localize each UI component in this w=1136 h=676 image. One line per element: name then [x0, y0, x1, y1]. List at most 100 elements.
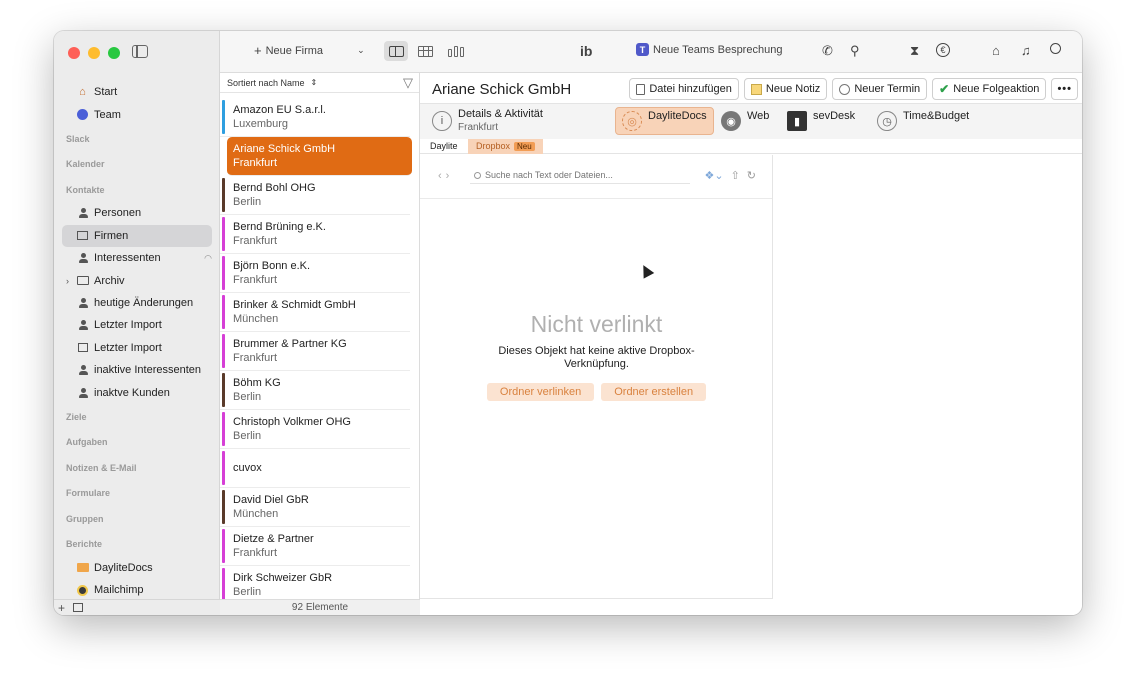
company-city: Frankfurt	[233, 547, 278, 559]
add-icon[interactable]: +	[58, 601, 65, 615]
calendar-icon[interactable]	[73, 603, 84, 612]
share-icon[interactable]: ⚲	[850, 43, 860, 59]
currency-icon[interactable]: €	[936, 43, 950, 57]
chevron-down-icon[interactable]: ⌄	[357, 45, 365, 56]
company-name: Brummer & Partner KG	[233, 338, 347, 350]
sort-header[interactable]: Sortiert nach Name ⇕ ▽	[220, 73, 419, 93]
smart-list-icon	[76, 252, 89, 265]
filter-icon[interactable]: ▽	[403, 75, 413, 91]
daylite-logo-icon[interactable]: ib	[580, 43, 592, 59]
chevron-right-icon[interactable]: ›	[66, 276, 69, 286]
bell-icon[interactable]: ♫	[1021, 43, 1031, 58]
subtab-daylite[interactable]: Daylite	[422, 139, 466, 154]
section-kalender[interactable]: Kalender	[54, 151, 220, 177]
section-ziele[interactable]: Ziele	[54, 404, 220, 430]
section-formulare[interactable]: Formulare	[54, 480, 220, 506]
new-note-button[interactable]: Neue Notiz	[743, 78, 828, 100]
list-item[interactable]: Böhm KG Berlin	[220, 371, 410, 410]
list-item[interactable]: cuvox	[220, 449, 410, 488]
company-name: Amazon EU S.a.r.l.	[233, 104, 326, 116]
sidebar-item-daylitedocs[interactable]: DayliteDocs	[54, 557, 220, 579]
board-view-button[interactable]	[444, 41, 468, 61]
share-icon[interactable]: ⇧	[731, 169, 740, 182]
sidebar-item-heutige-aenderungen[interactable]: heutige Änderungen	[54, 292, 220, 314]
list-item[interactable]: Dietze & Partner Frankfurt	[220, 527, 410, 566]
sidebar-item-team[interactable]: Team	[54, 103, 220, 125]
sidebar-toggle-icon[interactable]	[132, 45, 148, 58]
list-item[interactable]: Bernd Brüning e.K. Frankfurt	[220, 215, 410, 254]
section-slack[interactable]: Slack	[54, 126, 220, 152]
sidebar-item-inaktive-interessenten[interactable]: inaktive Interessenten	[54, 359, 220, 381]
list-item[interactable]: Amazon EU S.a.r.l. Luxemburg	[220, 98, 410, 137]
zoom-window-button[interactable]	[108, 47, 120, 59]
smart-list-icon	[76, 386, 89, 399]
split-view-button[interactable]	[384, 41, 408, 61]
new-followup-button[interactable]: ✔ Neue Folgeaktion	[932, 78, 1047, 100]
list-item[interactable]: Brinker & Schmidt GmbH München	[220, 293, 410, 332]
section-gruppen[interactable]: Gruppen	[54, 506, 220, 532]
tab-details[interactable]: i Details & Aktivität Frankfurt	[426, 107, 549, 135]
list-item[interactable]: Christoph Volkmer OHG Berlin	[220, 410, 410, 449]
tab-web[interactable]: ◉ Web	[715, 107, 775, 135]
sidebar-item-inaktive-kunden[interactable]: inaktve Kunden	[54, 381, 220, 403]
phone-icon[interactable]: ✆	[822, 43, 833, 59]
new-appointment-button[interactable]: Neuer Termin	[832, 78, 928, 100]
add-file-label: Datei hinzufügen	[649, 83, 732, 95]
search-icon[interactable]	[1050, 43, 1061, 54]
category-color-bar	[222, 568, 225, 602]
list-item[interactable]: Ariane Schick GmbH Frankfurt	[227, 137, 412, 176]
dropbox-search	[470, 167, 690, 184]
clock-icon	[839, 83, 851, 95]
tab-timebudget[interactable]: ◷ Time&Budget	[871, 107, 975, 135]
toolbar: + Neue Firma ⌄ ib T Neue Teams Besprechu…	[220, 31, 1082, 73]
sidebar-item-archiv[interactable]: › Archiv	[54, 269, 220, 291]
close-window-button[interactable]	[68, 47, 80, 59]
search-input[interactable]	[485, 170, 675, 180]
tab-timebudget-label: Time&Budget	[903, 110, 970, 122]
notification-settings-icon[interactable]: ⌂	[992, 43, 1000, 58]
section-kontakte[interactable]: Kontakte	[54, 177, 220, 203]
refresh-icon[interactable]: ↻	[747, 169, 756, 182]
sidebar-item-letzter-import-1[interactable]: Letzter Import	[54, 314, 220, 336]
list-item[interactable]: Bernd Bohl OHG Berlin	[220, 176, 410, 215]
subtab-dropbox-label: Dropbox	[476, 141, 511, 151]
list-item[interactable]: Brummer & Partner KG Frankfurt	[220, 332, 410, 371]
list-item[interactable]: Björn Bonn e.K. Frankfurt	[220, 254, 410, 293]
section-notizen[interactable]: Notizen & E-Mail	[54, 455, 220, 481]
window-controls	[68, 47, 120, 59]
teams-meeting-button[interactable]: T Neue Teams Besprechung	[636, 43, 782, 56]
sidebar-item-label: Letzter Import	[94, 341, 162, 354]
link-folder-button[interactable]: Ordner verlinken	[486, 383, 595, 401]
sidebar-item-letzter-import-2[interactable]: Letzter Import	[54, 337, 220, 359]
section-aufgaben[interactable]: Aufgaben	[54, 429, 220, 455]
company-city: Frankfurt	[233, 274, 278, 286]
company-city: Berlin	[233, 196, 262, 208]
section-berichte[interactable]: Berichte	[54, 531, 220, 557]
timer-icon[interactable]: ⧗	[910, 43, 919, 59]
tab-daylitedocs[interactable]: ◎ DayliteDocs	[615, 107, 714, 135]
more-actions-button[interactable]: •••	[1051, 78, 1078, 100]
tab-sevdesk[interactable]: ▮ sevDesk	[781, 107, 861, 135]
list-item[interactable]: David Diel GbR München	[220, 488, 410, 527]
back-icon[interactable]: ‹	[438, 170, 446, 182]
add-file-button[interactable]: Datei hinzufügen	[629, 78, 739, 100]
sidebar-item-firmen[interactable]: Firmen	[62, 224, 212, 248]
app-window: ⌂ Start Team Slack Kalender Kontakte Per…	[54, 31, 1082, 615]
table-view-button[interactable]	[413, 41, 437, 61]
empty-state-actions: Ordner verlinken Ordner erstellen	[420, 383, 773, 401]
sort-toggle-icon[interactable]: ⇕	[311, 78, 318, 87]
sidebar-item-label: inaktve Kunden	[94, 386, 170, 399]
list-count: 92 Elemente	[220, 599, 420, 615]
new-followup-label: Neue Folgeaktion	[953, 83, 1040, 95]
create-folder-button[interactable]: Ordner erstellen	[601, 383, 707, 401]
sidebar-item-interessenten[interactable]: Interessenten ◠	[54, 247, 220, 269]
sidebar-item-label: inaktive Interessenten	[94, 364, 202, 377]
new-company-button[interactable]: + Neue Firma ⌄	[254, 43, 365, 58]
sidebar-item-start[interactable]: ⌂ Start	[54, 81, 220, 103]
sidebar-item-personen[interactable]: Personen	[54, 202, 220, 224]
smart-list-icon	[76, 319, 89, 332]
minimize-window-button[interactable]	[88, 47, 100, 59]
dropbox-icon[interactable]: ❖⌄	[704, 169, 723, 182]
subtab-dropbox[interactable]: Dropbox Neu	[468, 139, 543, 154]
forward-icon[interactable]: ›	[446, 170, 454, 182]
